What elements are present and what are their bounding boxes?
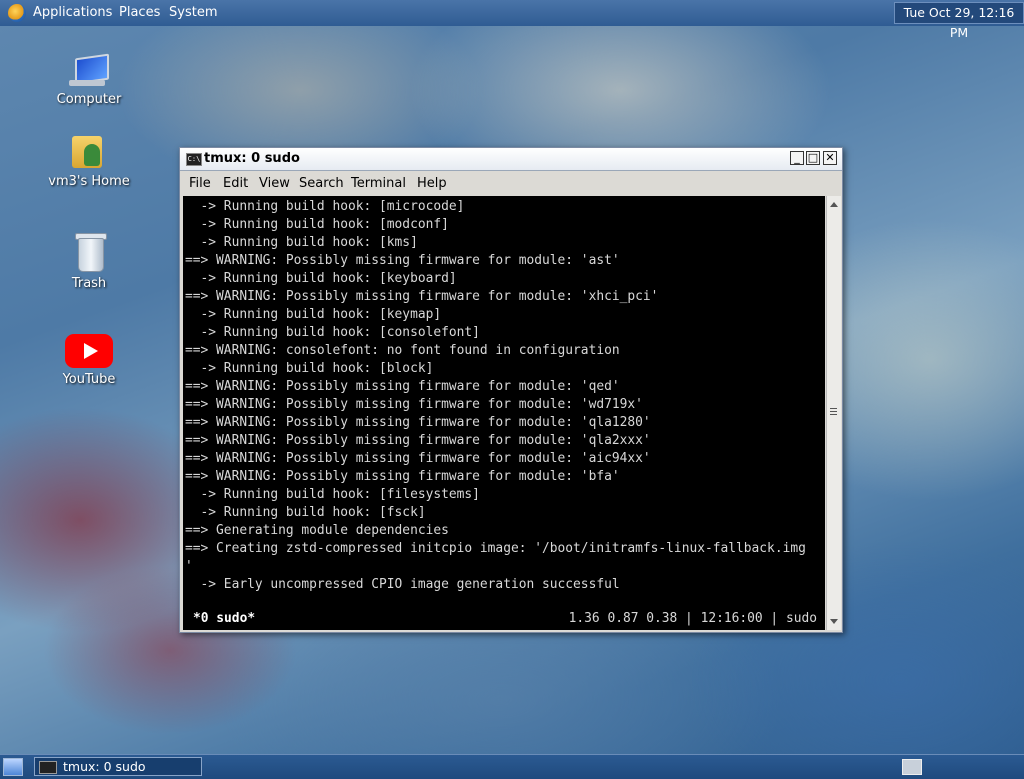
window-titlebar[interactable]: C:\ tmux: 0 sudo _ □ ✕: [180, 148, 842, 171]
desktop-icon-label: YouTube: [62, 372, 116, 387]
menu-help[interactable]: Help: [417, 176, 447, 191]
tmux-status-right: 1.36 0.87 0.38 | 12:16:00 | sudo: [568, 611, 817, 626]
scroll-up-arrow-icon[interactable]: [830, 202, 838, 207]
terminal-window: C:\ tmux: 0 sudo _ □ ✕ File Edit View Se…: [179, 147, 843, 633]
terminal-output[interactable]: -> Running build hook: [microcode] -> Ru…: [183, 196, 825, 630]
desktop-icon-home[interactable]: vm3's Home: [44, 130, 134, 189]
menu-terminal[interactable]: Terminal: [351, 176, 406, 191]
show-desktop-icon[interactable]: [3, 758, 23, 776]
scroll-grip-icon[interactable]: [830, 408, 837, 416]
desktop-icon-youtube[interactable]: YouTube: [44, 334, 134, 387]
home-folder-icon: [72, 130, 106, 170]
trash-icon: [74, 230, 107, 272]
applications-menu[interactable]: Applications: [33, 0, 112, 26]
taskbar-window-button[interactable]: tmux: 0 sudo: [34, 757, 202, 776]
workspace-switcher[interactable]: [902, 759, 922, 775]
tmux-window-list[interactable]: *0 sudo*: [193, 610, 255, 628]
taskbar-window-label: tmux: 0 sudo: [63, 759, 146, 774]
desktop-icon-label: Trash: [71, 276, 107, 291]
system-menu[interactable]: System: [169, 0, 217, 26]
menu-file[interactable]: File: [189, 176, 211, 191]
tmux-status-bar: *0 sudo* 1.36 0.87 0.38 | 12:16:00 | sud…: [183, 610, 825, 628]
desktop-icon-label: vm3's Home: [48, 174, 130, 189]
terminal-app-icon: C:\: [186, 153, 202, 166]
window-menubar: File Edit View Search Terminal Help: [180, 171, 842, 195]
bottom-panel: tmux: 0 sudo: [0, 754, 1024, 779]
menu-search[interactable]: Search: [299, 176, 344, 191]
panel-clock[interactable]: Tue Oct 29, 12:16 PM: [894, 2, 1024, 40]
desktop-icon-computer[interactable]: Computer: [44, 53, 134, 107]
top-panel: Applications Places System Tue Oct 29, 1…: [0, 0, 1024, 40]
desktop-icon-trash[interactable]: Trash: [44, 230, 134, 291]
scroll-down-arrow-icon[interactable]: [830, 619, 838, 624]
desktop-icon-label: Computer: [56, 92, 122, 107]
youtube-icon: [65, 334, 113, 368]
vertical-scrollbar[interactable]: [826, 196, 841, 630]
computer-icon: [69, 53, 109, 88]
distro-logo-icon[interactable]: [8, 4, 26, 22]
terminal-text: -> Running build hook: [microcode] -> Ru…: [185, 199, 806, 592]
places-menu[interactable]: Places: [119, 0, 160, 26]
menu-view[interactable]: View: [259, 176, 290, 191]
window-title: tmux: 0 sudo: [204, 151, 300, 166]
maximize-button[interactable]: □: [806, 151, 820, 165]
menu-edit[interactable]: Edit: [223, 176, 248, 191]
minimize-button[interactable]: _: [790, 151, 804, 165]
terminal-app-icon: [39, 761, 57, 774]
close-button[interactable]: ✕: [823, 151, 837, 165]
